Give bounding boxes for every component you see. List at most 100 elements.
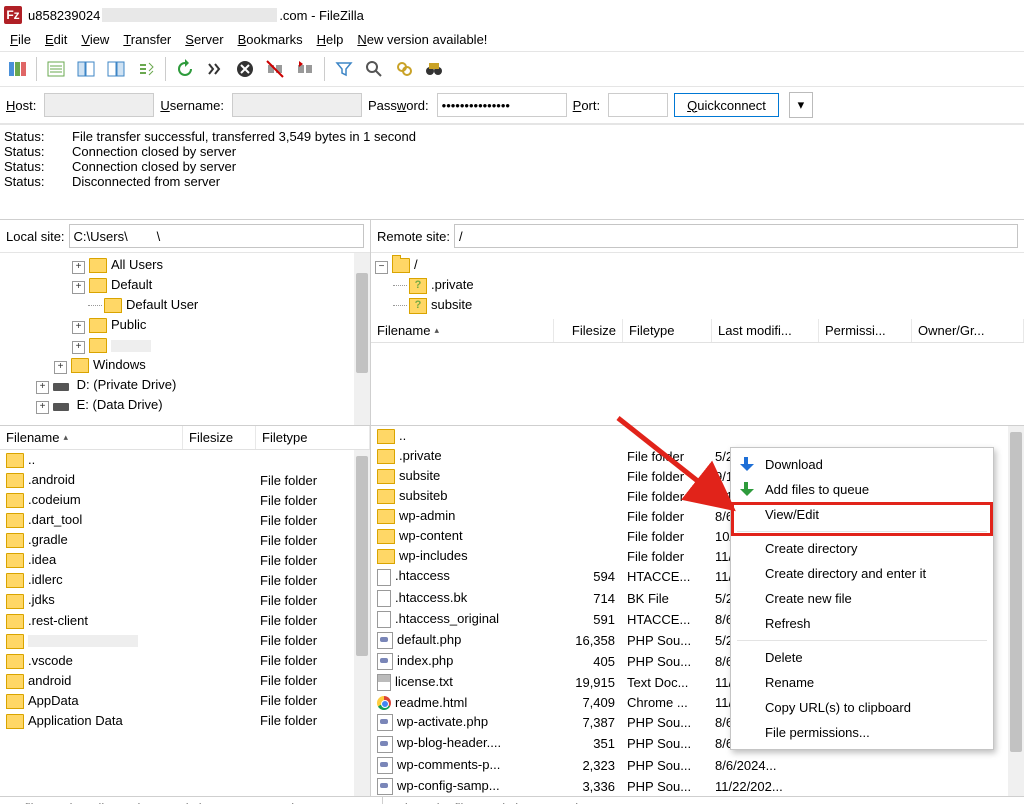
list-item[interactable]: .jdksFile folder <box>0 590 370 610</box>
password-input[interactable] <box>437 93 567 117</box>
menu-file[interactable]: File <box>10 32 31 47</box>
ctx-file-permissions[interactable]: File permissions... <box>731 720 993 745</box>
expander-icon[interactable]: + <box>72 261 85 274</box>
menu-view[interactable]: View <box>81 32 109 47</box>
tree-item[interactable]: Default <box>111 277 152 292</box>
list-item[interactable]: .codeiumFile folder <box>0 490 370 510</box>
tree-item[interactable]: All Users <box>111 257 163 272</box>
list-item[interactable]: wp-comments-p...2,323PHP Sou...8/6/2024.… <box>371 755 1024 776</box>
quickconnect-dropdown[interactable]: ▾ <box>789 92 813 118</box>
reconnect-button[interactable] <box>292 57 318 81</box>
refresh-button[interactable] <box>172 57 198 81</box>
quickconnect-button[interactable]: Quickconnect <box>674 93 779 117</box>
col-filesize[interactable]: Filesize <box>183 426 256 449</box>
log-message: Connection closed by server <box>72 159 236 174</box>
menu-transfer[interactable]: Transfer <box>123 32 171 47</box>
cancel-button[interactable] <box>232 57 258 81</box>
ctx-download[interactable]: Download <box>731 452 993 477</box>
local-file-list[interactable]: ...androidFile folder.codeiumFile folder… <box>0 450 370 796</box>
toggle-local-tree-button[interactable] <box>73 57 99 81</box>
tree-item[interactable]: .private <box>431 277 474 292</box>
col-modified[interactable]: Last modifi... <box>712 319 819 342</box>
col-filetype[interactable]: Filetype <box>256 426 370 449</box>
ctx-view-edit[interactable]: View/Edit <box>731 502 993 527</box>
remote-path-input[interactable] <box>454 224 1018 248</box>
list-item[interactable]: .gradleFile folder <box>0 530 370 550</box>
expander-icon[interactable]: + <box>36 381 49 394</box>
list-item[interactable]: .. <box>0 450 370 470</box>
expander-icon[interactable]: + <box>72 341 85 354</box>
ctx-create-directory[interactable]: Create directory <box>731 536 993 561</box>
remote-tree[interactable]: − / .private subsite <box>371 253 1024 319</box>
list-item[interactable]: androidFile folder <box>0 671 370 691</box>
port-input[interactable] <box>608 93 668 117</box>
owner <box>907 426 1024 446</box>
tree-item[interactable]: Public <box>111 317 146 332</box>
host-input[interactable] <box>44 93 154 117</box>
binoculars-button[interactable] <box>421 57 447 81</box>
folder-icon <box>377 489 395 504</box>
expander-icon[interactable]: + <box>54 361 67 374</box>
list-item[interactable]: .idlercFile folder <box>0 570 370 590</box>
list-item[interactable]: AppDataFile folder <box>0 691 370 711</box>
ctx-refresh[interactable]: Refresh <box>731 611 993 636</box>
folder-icon <box>6 553 24 568</box>
ctx-copy-url[interactable]: Copy URL(s) to clipboard <box>731 695 993 720</box>
tree-item[interactable]: D: (Private Drive) <box>77 377 177 392</box>
toggle-queue-button[interactable] <box>133 57 159 81</box>
ctx-add-to-queue[interactable]: Add files to queue <box>731 477 993 502</box>
ctx-rename[interactable]: Rename <box>731 670 993 695</box>
col-filename[interactable]: Filename▴ <box>371 319 554 342</box>
filetype: File folder <box>254 570 370 590</box>
folder-icon <box>392 258 410 273</box>
list-item[interactable]: File folder <box>0 631 370 651</box>
menu-help[interactable]: Help <box>317 32 344 47</box>
expander-icon[interactable]: + <box>36 401 49 414</box>
menu-server[interactable]: Server <box>185 32 223 47</box>
list-item[interactable]: .ideaFile folder <box>0 550 370 570</box>
ctx-delete[interactable]: Delete <box>731 645 993 670</box>
expander-icon[interactable]: + <box>72 321 85 334</box>
col-filetype[interactable]: Filetype <box>623 319 712 342</box>
compare-button[interactable] <box>391 57 417 81</box>
username-input[interactable] <box>232 93 362 117</box>
filetype: HTACCE... <box>621 566 709 587</box>
tree-item-masked[interactable] <box>111 340 151 352</box>
tree-item[interactable]: / <box>414 257 418 272</box>
col-permissions[interactable]: Permissi... <box>819 319 912 342</box>
list-item[interactable]: .vscodeFile folder <box>0 651 370 671</box>
toggle-remote-tree-button[interactable] <box>103 57 129 81</box>
menu-bookmarks[interactable]: Bookmarks <box>238 32 303 47</box>
tree-item[interactable]: subsite <box>431 297 472 312</box>
col-filename[interactable]: Filename▴ <box>0 426 183 449</box>
local-path-input[interactable] <box>69 224 364 248</box>
expander-icon[interactable]: + <box>72 281 85 294</box>
scrollbar[interactable] <box>354 450 370 796</box>
process-queue-button[interactable] <box>202 57 228 81</box>
disconnect-button[interactable] <box>262 57 288 81</box>
remote-status: Selected 1 file. Total size: 3,444 bytes <box>383 797 1024 804</box>
site-manager-button[interactable] <box>4 57 30 81</box>
tree-item[interactable]: Windows <box>93 357 146 372</box>
toggle-log-button[interactable] <box>43 57 69 81</box>
list-item[interactable]: Application DataFile folder <box>0 711 370 731</box>
list-item[interactable]: .androidFile folder <box>0 470 370 490</box>
filename: wp-includes <box>399 548 468 563</box>
tree-item[interactable]: E: (Data Drive) <box>77 397 163 412</box>
menu-edit[interactable]: Edit <box>45 32 67 47</box>
search-button[interactable] <box>361 57 387 81</box>
scrollbar[interactable] <box>354 253 370 425</box>
menu-newversion[interactable]: New version available! <box>357 32 487 47</box>
tree-item[interactable]: Default User <box>126 297 198 312</box>
filter-button[interactable] <box>331 57 357 81</box>
expander-icon[interactable]: − <box>375 261 388 274</box>
local-tree[interactable]: + All Users + Default Default User + Public… <box>0 253 370 425</box>
list-item[interactable]: .dart_toolFile folder <box>0 510 370 530</box>
col-filesize[interactable]: Filesize <box>554 319 623 342</box>
ctx-create-directory-enter[interactable]: Create directory and enter it <box>731 561 993 586</box>
list-item[interactable]: .rest-clientFile folder <box>0 611 370 631</box>
ctx-create-new-file[interactable]: Create new file <box>731 586 993 611</box>
scrollbar[interactable] <box>1008 426 1024 796</box>
list-item[interactable]: wp-config-samp...3,336PHP Sou...11/22/20… <box>371 776 1024 796</box>
col-owner[interactable]: Owner/Gr... <box>912 319 1024 342</box>
